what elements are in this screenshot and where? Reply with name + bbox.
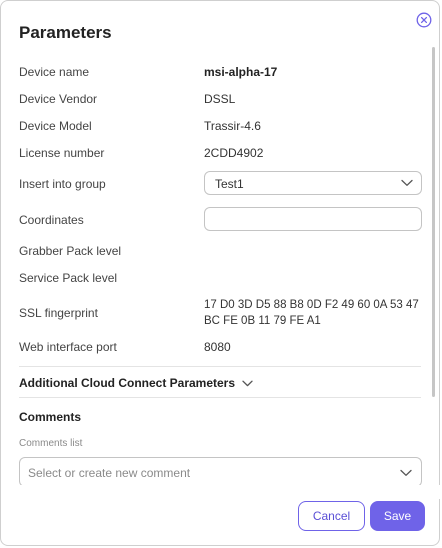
scroll-fade [2, 485, 440, 499]
device-name-value: msi-alpha-17 [204, 65, 278, 79]
group-select-value: Test1 [215, 177, 244, 191]
chevron-down-icon [242, 380, 253, 386]
coordinates-label: Coordinates [19, 213, 84, 227]
insert-group-label: Insert into group [19, 177, 106, 191]
license-number-value: 2CDD4902 [204, 146, 264, 160]
device-vendor-value: DSSL [204, 92, 236, 106]
chevron-down-icon [400, 469, 412, 476]
ssl-fingerprint-line-2: BC FE 0B 11 79 FE A1 [204, 315, 321, 327]
chevron-down-icon [401, 179, 413, 186]
group-select[interactable]: Test1 [204, 171, 422, 195]
cancel-button[interactable]: Cancel [298, 501, 365, 531]
cloud-connect-label: Additional Cloud Connect Parameters [19, 376, 236, 390]
dialog-title: Parameters [19, 23, 112, 42]
divider [19, 366, 421, 367]
device-name-label: Device name [19, 65, 90, 79]
device-model-label: Device Model [19, 119, 92, 133]
comments-select[interactable]: Select or create new comment [19, 457, 422, 487]
ssl-fingerprint-line-1: 17 D0 3D D5 88 B8 0D F2 49 60 0A 53 47 [204, 299, 419, 311]
service-pack-label: Service Pack level [19, 271, 118, 285]
ssl-fingerprint-value: 17 D0 3D D5 88 B8 0D F2 49 60 0A 53 47 B… [204, 297, 422, 329]
grabber-pack-label: Grabber Pack level [19, 244, 122, 258]
license-number-label: License number [19, 146, 105, 160]
parameters-dialog: Parameters Device name msi-alpha-17 Devi… [0, 0, 440, 546]
coordinates-input[interactable] [204, 207, 422, 231]
ssl-fingerprint-label: SSL fingerprint [19, 306, 98, 320]
comments-title: Comments [19, 410, 82, 424]
save-button[interactable]: Save [370, 501, 425, 531]
comments-placeholder: Select or create new comment [28, 466, 191, 480]
scrollbar[interactable] [432, 47, 435, 397]
web-port-label: Web interface port [19, 340, 117, 354]
close-icon[interactable] [416, 12, 432, 28]
comments-list-label: Comments list [19, 438, 83, 449]
divider [19, 397, 421, 398]
cloud-connect-toggle[interactable]: Additional Cloud Connect Parameters [19, 375, 253, 391]
web-port-value: 8080 [204, 340, 231, 354]
device-model-value: Trassir-4.6 [204, 119, 261, 133]
device-vendor-label: Device Vendor [19, 92, 98, 106]
